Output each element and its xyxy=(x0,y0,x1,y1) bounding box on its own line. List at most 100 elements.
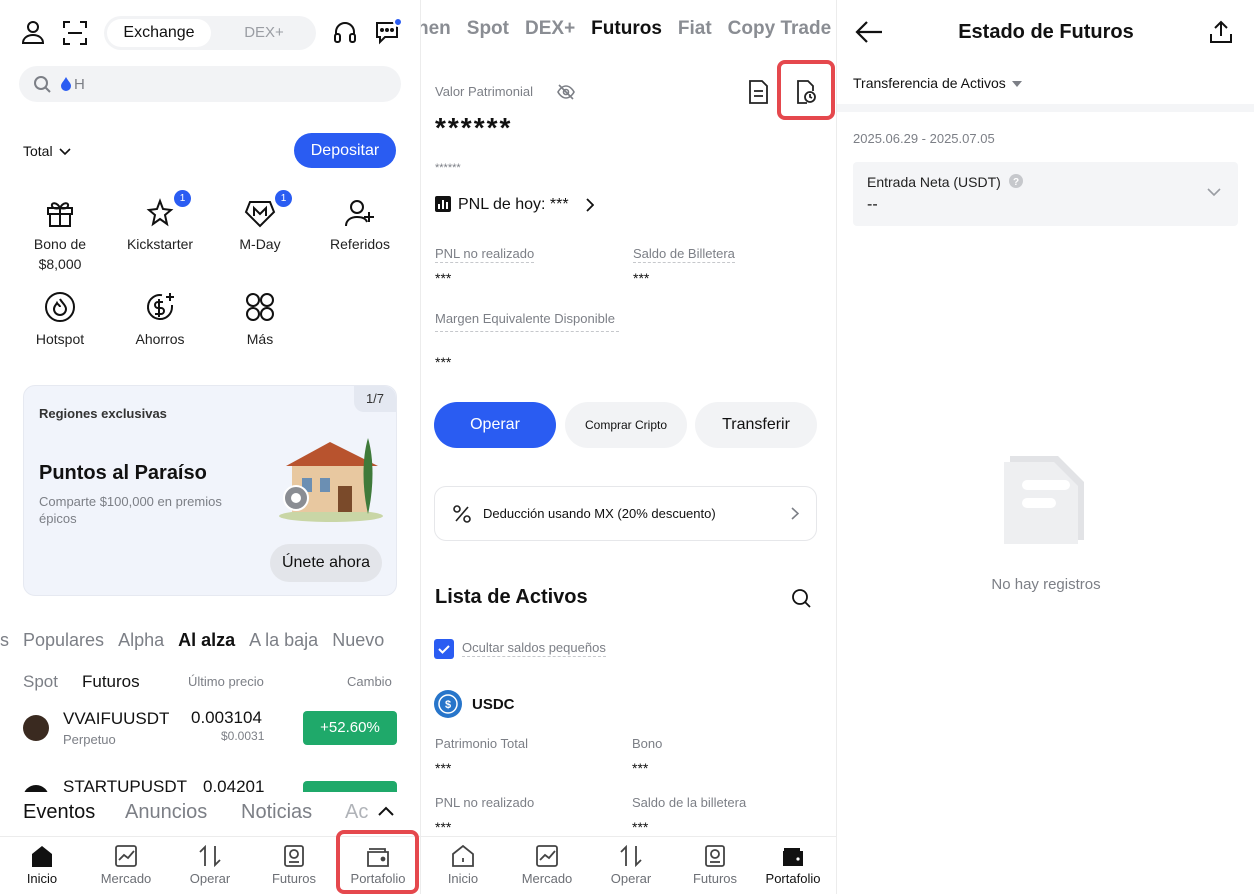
savings-icon xyxy=(147,293,174,321)
grid-label-referrals: Referidos xyxy=(330,236,390,252)
net-inflow-card[interactable]: Entrada Neta (USDT) ? -- xyxy=(853,162,1238,226)
grid-item-hotspot[interactable]: Hotspot xyxy=(12,291,108,349)
percent-icon xyxy=(453,505,471,523)
home-icon xyxy=(32,846,52,867)
tab-ac[interactable]: Ac xyxy=(345,801,368,824)
pnl-today[interactable]: PNL de hoy: *** xyxy=(458,196,569,214)
exchange-dex-switch: Exchange DEX+ xyxy=(104,16,316,50)
chevron-right-icon[interactable] xyxy=(585,198,594,212)
nav-label: Operar xyxy=(189,871,231,886)
nav-home[interactable]: Inicio xyxy=(0,837,84,894)
change-badge: +52.60% xyxy=(303,711,397,745)
tab-popular[interactable]: Populares xyxy=(23,630,104,650)
tab-gainers[interactable]: Al alza xyxy=(178,630,235,650)
hide-small-label[interactable]: Ocultar saldos pequeños xyxy=(462,640,606,657)
coin-kind: Perpetuo xyxy=(63,732,116,747)
tab-new[interactable]: Nuevo xyxy=(332,630,384,650)
grid-item-bonus[interactable]: Bono de $8,000 xyxy=(12,198,108,274)
date-range[interactable]: 2025.06.29 - 2025.07.05 xyxy=(853,131,995,146)
filter-dropdown[interactable]: Transferencia de Activos xyxy=(853,75,1022,91)
nav-label: Inicio xyxy=(26,871,58,886)
help-icon[interactable]: ? xyxy=(1009,174,1023,188)
trade-arrows-icon xyxy=(620,845,642,867)
eye-off-icon[interactable] xyxy=(557,84,575,100)
headset-icon[interactable] xyxy=(332,19,358,45)
wallet-balance-value: *** xyxy=(633,270,650,286)
grid-item-referrals[interactable]: Referidos xyxy=(312,198,408,254)
checkbox-icon[interactable] xyxy=(434,639,454,659)
coin-unrealized-label: PNL no realizado xyxy=(435,795,535,810)
kickstarter-badge: 1 xyxy=(174,190,191,207)
segment-dex[interactable]: DEX+ xyxy=(214,19,314,47)
tab-alpha[interactable]: Alpha xyxy=(118,630,164,650)
tab-earn[interactable]: nen xyxy=(421,18,451,39)
nav-market[interactable]: Mercado xyxy=(84,837,168,894)
grid-item-more[interactable]: Más xyxy=(212,291,308,349)
grid-label-more: Más xyxy=(246,331,274,347)
deduction-row[interactable]: Deducción usando MX (20% descuento) xyxy=(434,486,817,541)
chevron-down-icon[interactable] xyxy=(1207,188,1221,197)
grid-item-savings[interactable]: Ahorros xyxy=(112,291,208,349)
segment-exchange[interactable]: Exchange xyxy=(107,19,211,47)
nav-market[interactable]: Mercado xyxy=(505,837,589,894)
transfer-button[interactable]: Transferir xyxy=(695,402,817,448)
bonus-label: Bono xyxy=(632,736,663,751)
tab-announcements[interactable]: Anuncios xyxy=(125,801,207,824)
tab-spot[interactable]: Spot xyxy=(467,18,509,39)
caret-down-icon xyxy=(1011,81,1022,88)
promo-banner[interactable]: 1/7 Regiones exclusivas Puntos al Paraís… xyxy=(23,385,397,596)
nav-home[interactable]: Inicio xyxy=(421,837,505,894)
col-last-price: Último precio xyxy=(188,674,264,689)
join-now-button[interactable]: Únete ahora xyxy=(270,544,382,582)
subtab-futures[interactable]: Futuros xyxy=(82,672,140,692)
unrealized-value: *** xyxy=(435,270,452,286)
usdc-icon: $ xyxy=(434,690,462,718)
chevron-up-icon[interactable] xyxy=(378,806,394,816)
status-panel: Estado de Futuros Transferencia de Activ… xyxy=(836,0,1254,894)
chevron-right-icon xyxy=(791,507,799,520)
highlight-portfolio xyxy=(336,830,419,894)
tab-dex[interactable]: DEX+ xyxy=(525,18,575,39)
tab-fiat[interactable]: Fiat xyxy=(678,18,712,39)
nav-trade[interactable]: Operar xyxy=(168,837,252,894)
add-user-icon xyxy=(345,200,374,227)
grid-label-mday: M-Day xyxy=(239,236,281,252)
home-icon xyxy=(452,845,474,867)
nav-futures[interactable]: Futuros xyxy=(252,837,336,894)
tab-losers[interactable]: A la baja xyxy=(249,630,318,650)
villa-illustration xyxy=(276,428,386,524)
tab-news[interactable]: Noticias xyxy=(241,801,312,824)
nav-label: Portafolio xyxy=(765,871,821,886)
scan-icon[interactable] xyxy=(62,20,88,46)
table-row[interactable]: VVAIFUUSDT Perpetuo 0.003104 $0.0031 +52… xyxy=(23,703,397,763)
empty-records-icon xyxy=(1004,442,1090,546)
unrealized-label: PNL no realizado xyxy=(435,246,535,263)
coin-avatar xyxy=(23,715,49,741)
nav-trade[interactable]: Operar xyxy=(589,837,673,894)
tab-futures[interactable]: Futuros xyxy=(591,18,662,39)
nav-futures[interactable]: Futuros xyxy=(673,837,757,894)
grid-label-hotspot: Hotspot xyxy=(35,331,85,347)
trade-button[interactable]: Operar xyxy=(434,402,556,448)
search-icon[interactable] xyxy=(791,588,811,608)
search-placeholder: H xyxy=(74,76,85,93)
deposit-button[interactable]: Depositar xyxy=(294,133,396,168)
document-icon[interactable] xyxy=(747,80,769,104)
tab-s[interactable]: s xyxy=(0,630,9,650)
flame-drop-icon xyxy=(61,77,71,91)
buy-crypto-button[interactable]: Comprar Cripto xyxy=(565,402,687,448)
tab-copy-trade[interactable]: Copy Trade xyxy=(728,18,831,39)
share-upload-icon[interactable] xyxy=(1209,20,1233,44)
messages-icon[interactable] xyxy=(374,18,402,46)
total-selector[interactable]: Total xyxy=(23,143,72,159)
profile-icon[interactable] xyxy=(20,19,46,45)
svg-text:$: $ xyxy=(445,699,451,711)
filter-label: Transferencia de Activos xyxy=(853,75,1006,91)
grid-item-kickstarter[interactable]: Kickstarter xyxy=(112,198,208,254)
bottom-nav: Inicio Mercado Operar Futuros Portafolio xyxy=(421,836,836,894)
subtab-spot[interactable]: Spot xyxy=(23,672,58,692)
search-input[interactable]: H xyxy=(19,66,401,102)
nav-portfolio[interactable]: Portafolio xyxy=(751,837,835,894)
grid-item-mday[interactable]: M-Day xyxy=(212,198,308,254)
tab-events[interactable]: Eventos xyxy=(23,801,95,824)
